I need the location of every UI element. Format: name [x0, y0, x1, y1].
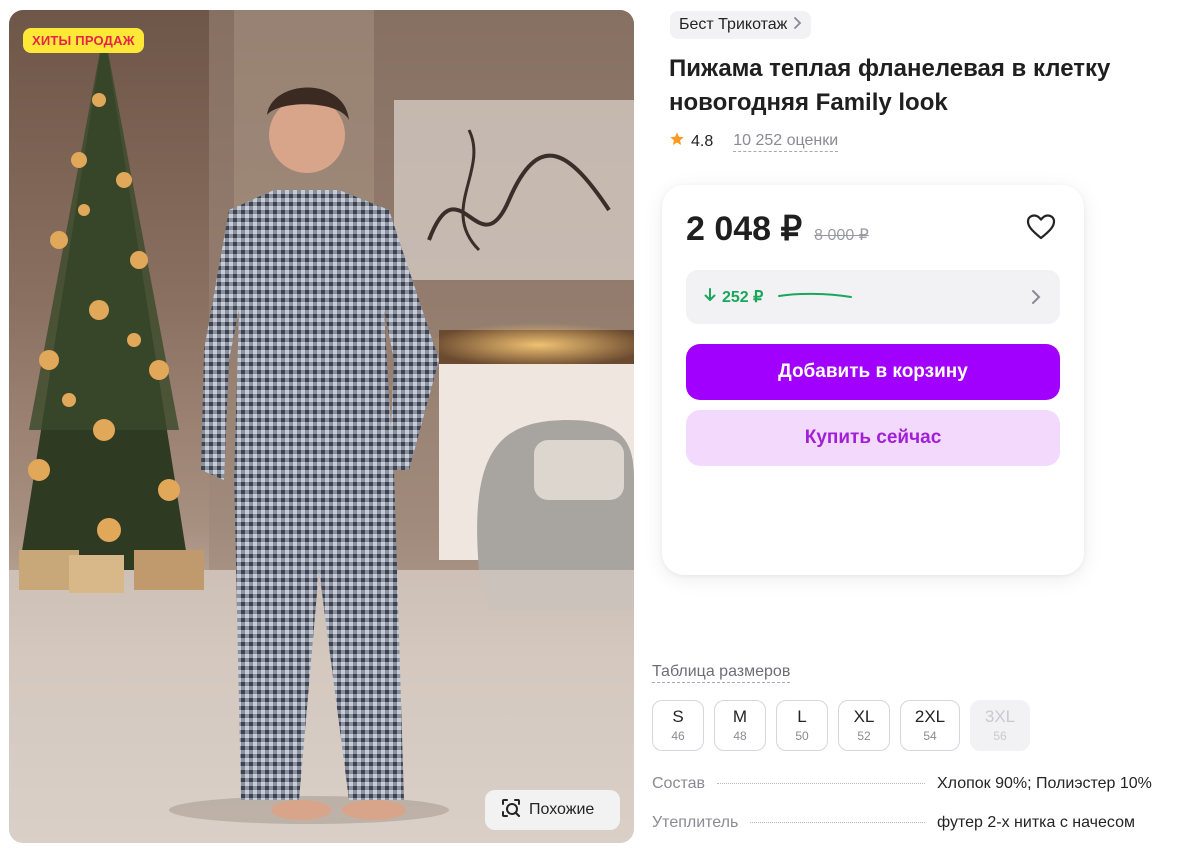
price-card: 2 048 ₽ 8 000 ₽ 252 ₽ Добавить в корзину… — [662, 185, 1084, 575]
size-ru: 56 — [993, 729, 1007, 743]
chevron-right-icon — [1030, 287, 1042, 312]
rating-value: 4.8 — [691, 132, 714, 150]
size-label: L — [797, 707, 807, 726]
spec-dots — [717, 783, 925, 784]
size-ru: 54 — [923, 729, 937, 743]
spec-row-insulation: Утеплитель футер 2-х нитка с начесом — [652, 814, 1172, 832]
size-ru: 50 — [795, 729, 809, 743]
product-photo-illustration — [9, 10, 634, 843]
size-option-l[interactable]: L 50 — [776, 700, 828, 751]
size-ru: 52 — [857, 729, 871, 743]
size-ru: 48 — [733, 729, 747, 743]
visual-search-icon — [499, 796, 523, 825]
size-option-m[interactable]: M 48 — [714, 700, 766, 751]
size-option-xl[interactable]: XL 52 — [838, 700, 890, 751]
old-price: 8 000 ₽ — [814, 227, 869, 244]
spec-row-composition: Состав Хлопок 90%; Полиэстер 10% — [652, 775, 1172, 793]
spec-value: футер 2-х нитка с начесом — [937, 814, 1135, 831]
size-label: S — [672, 707, 684, 726]
bestseller-badge: ХИТЫ ПРОДАЖ — [23, 28, 144, 53]
reviews-count-link[interactable]: 10 252 оценки — [733, 131, 839, 152]
star-icon — [669, 131, 685, 152]
size-table-link[interactable]: Таблица размеров — [652, 662, 791, 683]
size-option-2xl[interactable]: 2XL 54 — [900, 700, 960, 751]
chevron-right-icon — [793, 16, 803, 35]
spec-dots — [750, 822, 925, 823]
size-selector: S 46 M 48 L 50 XL 52 2XL 54 3XL 56 — [652, 700, 1030, 751]
size-label: XL — [853, 707, 875, 726]
brand-name: Бест Трикотаж — [679, 16, 788, 33]
spec-key: Утеплитель — [652, 814, 739, 831]
product-title: Пижама теплая фланелевая в клетку нового… — [669, 55, 1111, 116]
heart-icon — [1026, 214, 1056, 245]
similar-products-button[interactable]: Похожие — [485, 790, 620, 830]
size-option-s[interactable]: S 46 — [652, 700, 704, 751]
wallet-stripe-decoration — [777, 288, 853, 306]
price-block: 2 048 ₽ 8 000 ₽ — [686, 209, 869, 249]
similar-products-label: Похожие — [529, 801, 595, 818]
brand-link[interactable]: Бест Трикотаж — [670, 11, 812, 39]
arrow-down-icon — [704, 287, 716, 307]
size-label: M — [732, 707, 748, 726]
add-to-cart-button[interactable]: Добавить в корзину — [686, 344, 1060, 400]
spec-key: Состав — [652, 775, 705, 792]
product-photo[interactable] — [9, 10, 634, 843]
current-price: 2 048 ₽ — [686, 210, 803, 248]
size-option-3xl: 3XL 56 — [970, 700, 1030, 751]
size-label: 3XL — [984, 707, 1016, 726]
wallet-discount: 252 ₽ — [704, 287, 763, 307]
wallet-discount-row[interactable]: 252 ₽ — [686, 270, 1060, 324]
buy-now-button[interactable]: Купить сейчас — [686, 410, 1060, 466]
size-label: 2XL — [914, 707, 946, 726]
spec-value: Хлопок 90%; Полиэстер 10% — [937, 775, 1152, 792]
size-ru: 46 — [671, 729, 685, 743]
product-rating: 4.8 10 252 оценки — [669, 131, 839, 152]
wallet-discount-amount: 252 ₽ — [722, 289, 764, 306]
favorite-button[interactable] — [1026, 213, 1056, 246]
